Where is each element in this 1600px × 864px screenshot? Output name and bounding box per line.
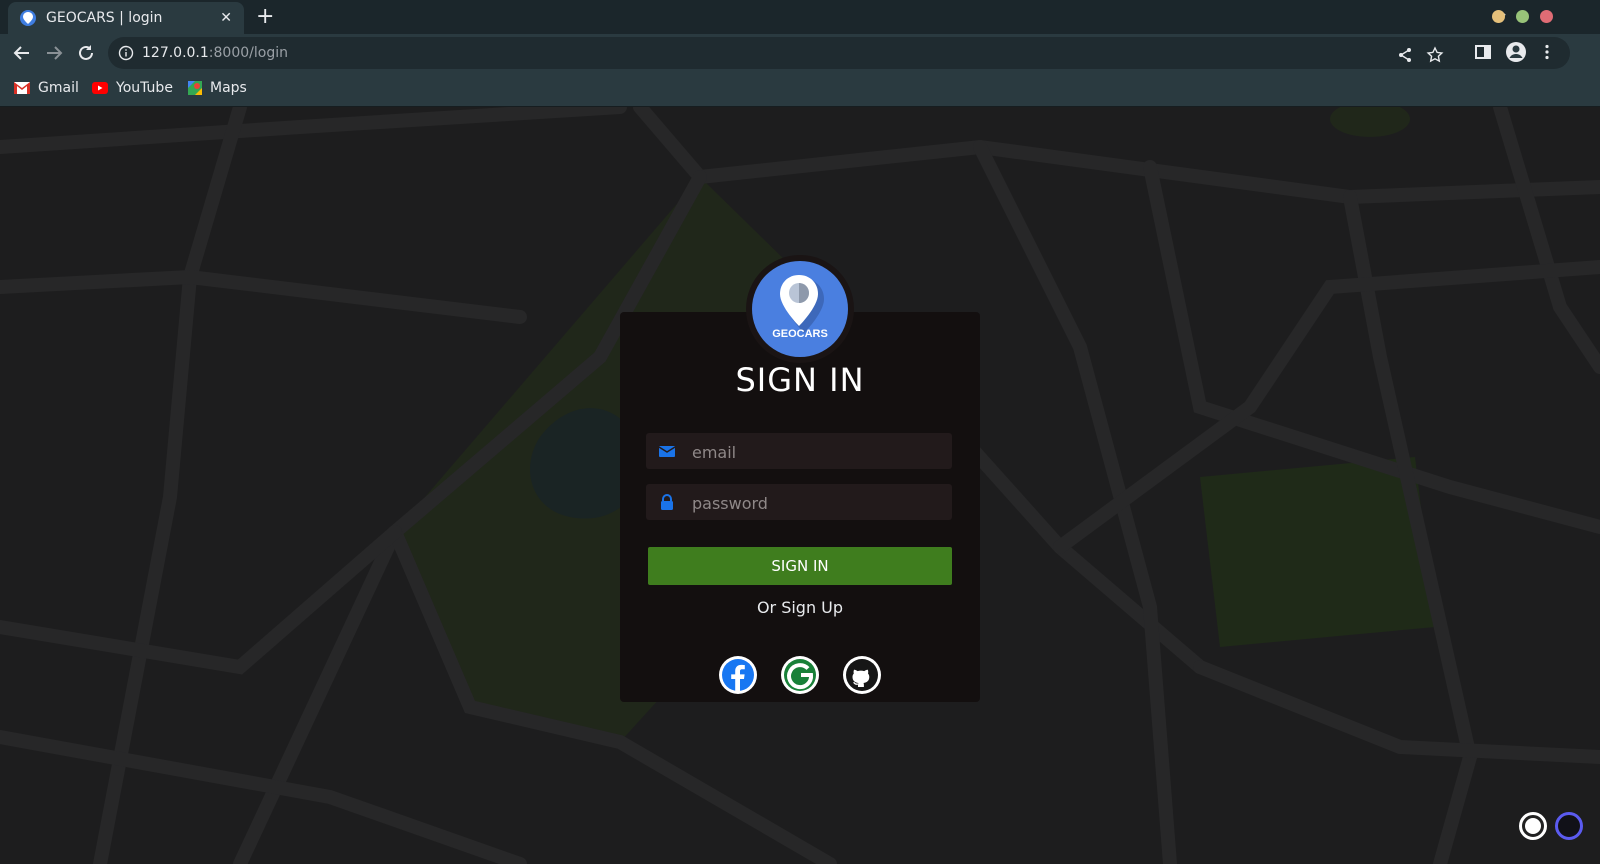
google-icon [784,659,816,691]
page-viewport: GEOCARS SIGN IN SIGN IN Or Sign Up [0,107,1600,864]
window-maximize-dot[interactable] [1516,10,1529,23]
maps-icon [188,81,202,95]
share-icon[interactable] [1396,46,1414,64]
profile-avatar-icon[interactable] [1505,41,1527,63]
page-title: SIGN IN [735,361,865,399]
youtube-icon [92,82,108,94]
browser-tab[interactable]: GEOCARS | login ✕ [8,2,244,34]
tab-strip: GEOCARS | login ✕ + [0,0,1600,34]
sign-up-link[interactable]: Or Sign Up [620,598,980,617]
geocars-logo: GEOCARS [752,261,848,357]
dark-theme-toggle[interactable] [1555,812,1583,840]
url-text: 127.0.0.1:8000/login [142,45,288,61]
bookmark-label: Maps [210,80,247,96]
bookmarks-bar: Gmail YouTube Maps [0,72,1600,107]
browser-toolbar: 127.0.0.1:8000/login [0,34,1600,72]
password-field[interactable] [646,484,952,522]
github-login-button[interactable] [843,656,881,694]
google-login-button[interactable] [781,656,819,694]
window-minimize-dot[interactable] [1492,10,1505,23]
side-panel-icon[interactable] [1474,43,1492,61]
facebook-icon [722,659,754,691]
bookmark-gmail[interactable]: Gmail [14,80,79,96]
address-bar[interactable]: 127.0.0.1:8000/login [108,37,1570,69]
reload-icon[interactable] [76,43,96,63]
light-theme-toggle[interactable] [1519,812,1547,840]
back-arrow-icon[interactable] [12,43,32,63]
bookmark-star-icon[interactable] [1426,46,1444,64]
sign-in-button[interactable]: SIGN IN [648,547,952,585]
envelope-icon [658,446,676,457]
password-input[interactable] [690,484,944,522]
facebook-login-button[interactable] [719,656,757,694]
geocars-favicon-icon [20,10,36,26]
bookmark-maps[interactable]: Maps [188,80,247,96]
forward-arrow-icon[interactable] [44,43,64,63]
tab-title: GEOCARS | login [46,10,163,26]
email-input[interactable] [690,433,944,471]
email-field[interactable] [646,433,952,471]
logo-text: GEOCARS [772,328,828,340]
bookmark-label: YouTube [116,80,173,96]
bookmark-label: Gmail [38,80,79,96]
github-icon [846,659,878,691]
site-info-icon[interactable] [118,45,134,61]
location-pin-icon [780,275,824,333]
gmail-icon [14,82,30,94]
window-close-dot[interactable] [1540,10,1553,23]
light-theme-dot [1525,818,1541,834]
new-tab-icon[interactable]: + [256,4,274,30]
lock-icon [661,494,673,510]
tab-close-icon[interactable]: ✕ [220,10,232,26]
bookmark-youtube[interactable]: YouTube [92,80,173,96]
kebab-menu-icon[interactable] [1538,43,1556,61]
